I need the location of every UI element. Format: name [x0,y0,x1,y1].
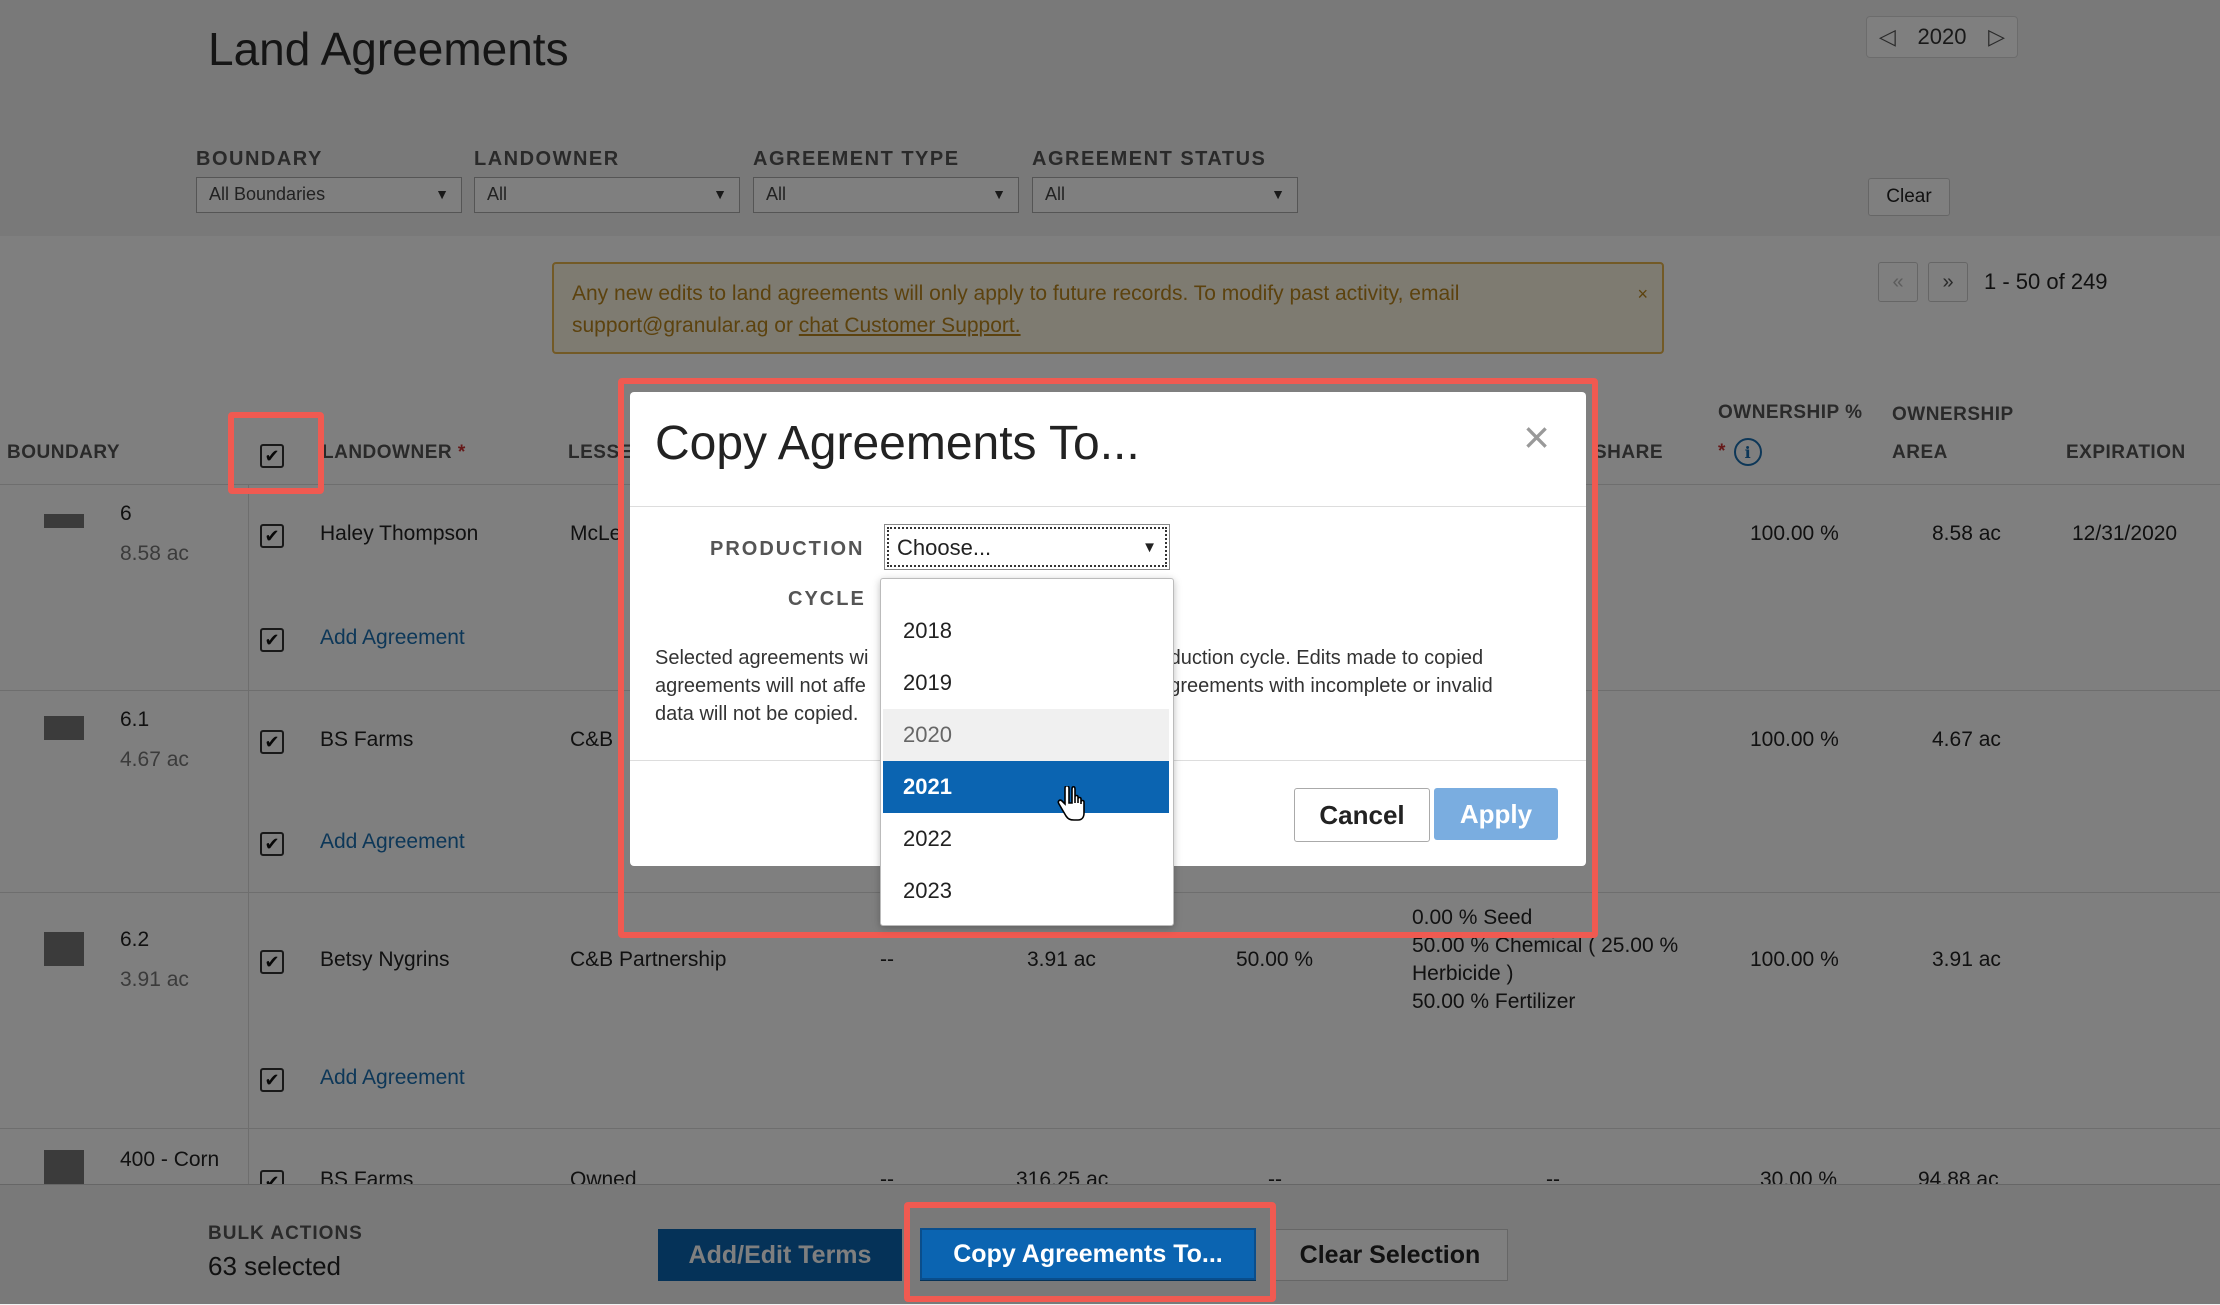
copy-agreements-button-active[interactable]: Copy Agreements To... [920,1228,1256,1280]
dropdown-option[interactable]: 2022 [883,813,1169,865]
dropdown-option[interactable]: 2023 [883,865,1169,917]
dropdown-option[interactable]: 2018 [883,605,1169,657]
dropdown-option-current[interactable]: 2020 [883,709,1169,761]
production-cycle-dropdown: 2018 2019 2020 2021 2022 2023 [880,578,1174,926]
dropdown-option-selected[interactable]: 2021 [883,761,1169,813]
dropdown-option[interactable]: 2019 [883,657,1169,709]
highlight-select-all [228,412,324,494]
hand-cursor-icon [1057,786,1085,821]
